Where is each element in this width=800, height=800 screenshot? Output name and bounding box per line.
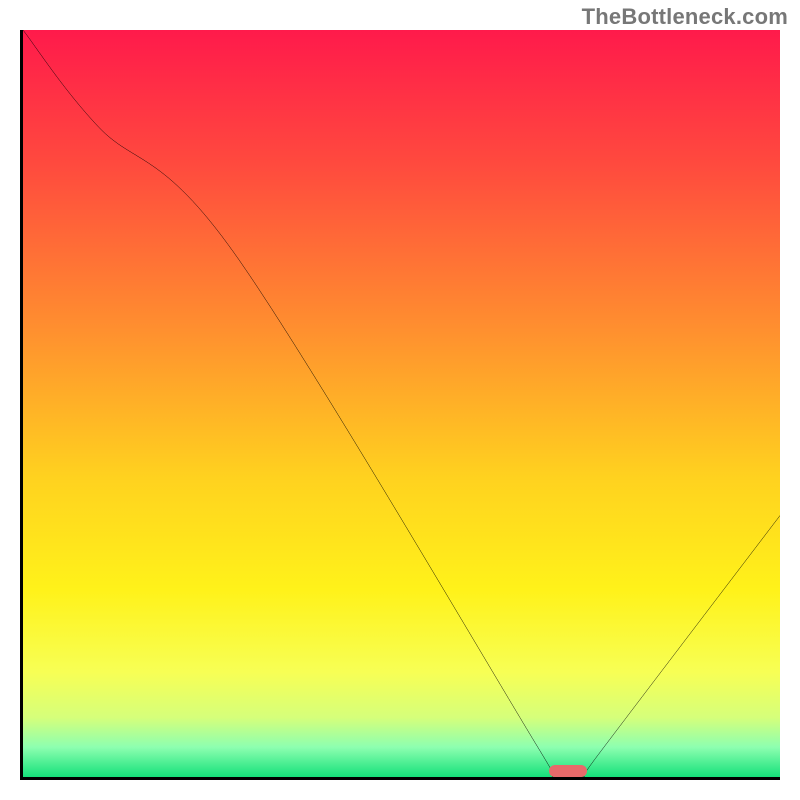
bottleneck-curve [23,30,780,777]
watermark-text: TheBottleneck.com [582,4,788,30]
plot-area [20,30,780,780]
optimal-marker [549,765,587,777]
bottleneck-chart: TheBottleneck.com [0,0,800,800]
